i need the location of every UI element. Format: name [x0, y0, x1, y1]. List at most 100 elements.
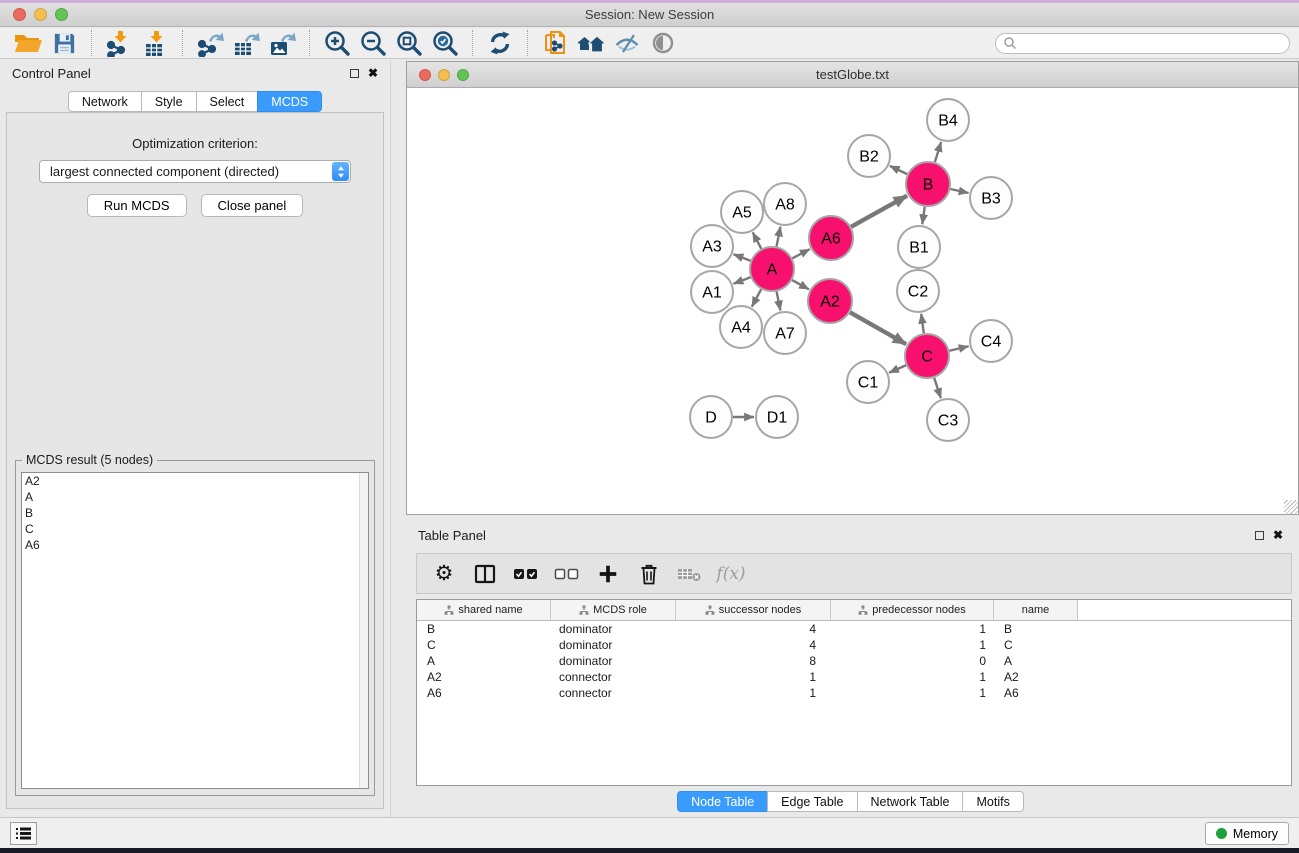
graph-edge-a-a8[interactable]	[777, 227, 781, 247]
close-panel-button[interactable]: Close panel	[201, 194, 304, 217]
graph-edge-a-a2[interactable]	[792, 280, 809, 289]
deselect-all-button[interactable]	[554, 560, 580, 588]
close-panel-icon[interactable]: ✖	[368, 67, 378, 79]
column-header-shared-name[interactable]: shared name	[417, 600, 551, 620]
graph-edge-a2-c[interactable]	[850, 312, 906, 344]
table-row-b[interactable]: Bdominator41B	[417, 621, 1291, 637]
export-network-button[interactable]	[192, 29, 228, 58]
table-panel-title: Table Panel	[418, 528, 486, 543]
application-window: Session: New Session	[0, 0, 1299, 853]
delete-columns-button[interactable]	[636, 560, 662, 588]
tab-edge-table[interactable]: Edge Table	[767, 791, 857, 812]
graph-edge-a-a6[interactable]	[792, 249, 809, 258]
run-mcds-button[interactable]: Run MCDS	[87, 194, 187, 217]
tab-motifs[interactable]: Motifs	[962, 791, 1023, 812]
graph-edge-a-a4[interactable]	[752, 289, 761, 306]
zoom-selected-icon	[431, 29, 459, 57]
import-network-button[interactable]	[101, 29, 137, 58]
tab-mcds[interactable]: MCDS	[257, 91, 322, 112]
table-toolbar: ⚙	[416, 553, 1292, 594]
zoom-selected-button[interactable]	[427, 29, 463, 58]
graph-edge-c-c3[interactable]	[934, 378, 941, 398]
column-header-name[interactable]: name	[994, 600, 1078, 620]
tab-select[interactable]: Select	[196, 91, 259, 112]
eye-slash-icon	[613, 29, 641, 57]
tab-network[interactable]: Network	[68, 91, 142, 112]
graph-edge-c-c1[interactable]	[889, 365, 906, 372]
float-table-panel-icon[interactable]	[1255, 531, 1264, 540]
tab-style[interactable]: Style	[141, 91, 197, 112]
memory-button[interactable]: Memory	[1205, 822, 1289, 845]
cell: 1	[831, 670, 994, 684]
graph-edge-a-a7[interactable]	[777, 292, 781, 311]
tab-node-table[interactable]: Node Table	[677, 791, 768, 812]
show-columns-button[interactable]	[472, 560, 498, 588]
graph-edge-a-a3[interactable]	[733, 254, 750, 261]
resize-grip[interactable]	[1284, 500, 1298, 514]
column-header-successor-nodes[interactable]: successor nodes	[676, 600, 831, 620]
graph-node-label: A7	[775, 326, 795, 343]
table-options-button[interactable]: ⚙	[431, 560, 457, 588]
status-bar: Memory	[0, 817, 1299, 848]
graph-edge-b-b1[interactable]	[922, 207, 924, 224]
search-icon	[1003, 36, 1017, 50]
graph-edge-a6-b[interactable]	[851, 196, 907, 227]
select-all-button[interactable]	[513, 560, 539, 588]
float-panel-icon[interactable]	[350, 69, 359, 78]
first-neighbors-button[interactable]	[573, 29, 609, 58]
result-item-a2[interactable]: A2	[22, 473, 368, 489]
import-table-button[interactable]	[137, 29, 173, 58]
close-table-panel-icon[interactable]: ✖	[1273, 529, 1283, 541]
criterion-dropdown[interactable]: largest connected component (directed)	[39, 160, 351, 183]
add-column-button[interactable]	[595, 560, 621, 588]
graph-edge-b-b3[interactable]	[950, 189, 968, 193]
table-row-a[interactable]: Adominator80A	[417, 653, 1291, 669]
control-panel-title: Control Panel	[12, 66, 91, 81]
cell: 1	[831, 686, 994, 700]
table-body: Bdominator41BCdominator41CAdominator80AA…	[417, 621, 1291, 701]
graph-node-label: C1	[858, 375, 879, 392]
control-panel-header: Control Panel ✖	[0, 60, 390, 86]
graph-edge-a-a5[interactable]	[753, 232, 762, 248]
cell: 4	[676, 622, 831, 636]
search-field	[995, 33, 1290, 54]
show-all-button[interactable]	[645, 29, 681, 58]
result-item-a[interactable]: A	[22, 489, 368, 505]
toolbar-separator	[91, 30, 92, 56]
graph-node-label: A1	[702, 285, 722, 302]
result-item-b[interactable]: B	[22, 505, 368, 521]
column-header-predecessor-nodes[interactable]: predecessor nodes	[831, 600, 994, 620]
search-input[interactable]	[1017, 36, 1289, 50]
main-toolbar	[0, 28, 1299, 59]
zoom-out-button[interactable]	[355, 29, 391, 58]
result-item-c[interactable]: C	[22, 521, 368, 537]
apply-layout-button[interactable]	[482, 29, 518, 58]
save-session-button[interactable]	[46, 29, 82, 58]
result-item-a6[interactable]: A6	[22, 537, 368, 553]
export-image-button[interactable]	[264, 29, 300, 58]
column-header-mcds-role[interactable]: MCDS role	[551, 600, 676, 620]
duplicate-network-button[interactable]	[537, 29, 573, 58]
table-row-a6[interactable]: A6connector11A6	[417, 685, 1291, 701]
table-row-a2[interactable]: A2connector11A2	[417, 669, 1291, 685]
open-session-button[interactable]	[10, 29, 46, 58]
zoom-fit-button[interactable]	[391, 29, 427, 58]
eye-icon	[649, 29, 677, 57]
graph-edge-a-a1[interactable]	[733, 277, 750, 284]
zoom-in-button[interactable]	[319, 29, 355, 58]
mcds-tab-panel: Optimization criterion: largest connecte…	[6, 112, 384, 809]
graph-edge-c-c2[interactable]	[921, 314, 924, 333]
network-canvas[interactable]: B4B2BB3A8A5A6A3B1AC2A1A2A4A7C4CC1DD1C3	[407, 88, 1298, 514]
export-table-button[interactable]	[228, 29, 264, 58]
graph-edge-b-b2[interactable]	[890, 166, 907, 174]
table-row-c[interactable]: Cdominator41C	[417, 637, 1291, 653]
hide-selected-button[interactable]	[609, 29, 645, 58]
graph-edge-b-b4[interactable]	[935, 142, 941, 162]
attribute-icon	[705, 605, 715, 615]
tab-network-table[interactable]: Network Table	[857, 791, 964, 812]
show-panels-button[interactable]	[10, 822, 37, 845]
result-scrollbar[interactable]	[359, 473, 368, 788]
graph-node-label: A3	[702, 239, 722, 256]
refresh-icon	[486, 29, 514, 57]
graph-edge-c-c4[interactable]	[949, 346, 968, 351]
